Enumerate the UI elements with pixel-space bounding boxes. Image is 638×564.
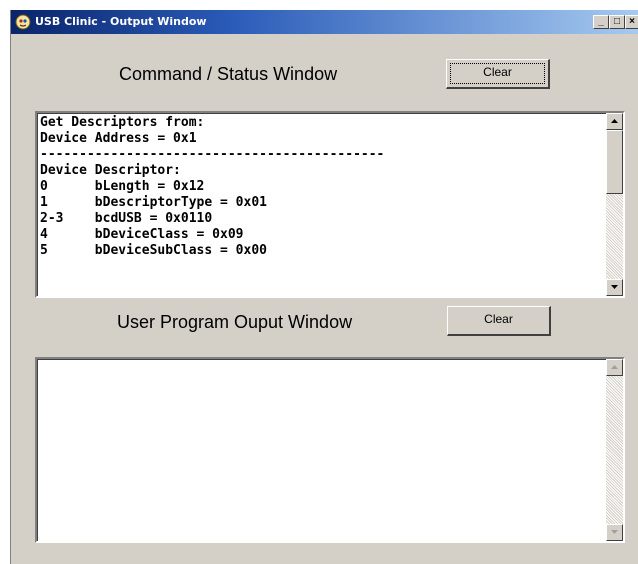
minimize-icon: _ bbox=[598, 16, 604, 27]
status-line: 0 bLength = 0x12 bbox=[40, 179, 205, 194]
title-bar[interactable]: USB Clinic - Output Window _ □ × bbox=[11, 10, 638, 34]
maximize-icon: □ bbox=[613, 16, 621, 27]
status-line: 2-3 bcdUSB = 0x0110 bbox=[40, 211, 213, 226]
usb-clinic-app-icon[interactable] bbox=[15, 14, 31, 30]
scroll-down-button[interactable] bbox=[606, 279, 623, 296]
user-output-scrollbar[interactable] bbox=[606, 359, 623, 541]
status-line: 5 bDeviceSubClass = 0x00 bbox=[40, 243, 267, 258]
command-clear-button[interactable]: Clear bbox=[446, 59, 550, 89]
arrow-up-icon bbox=[611, 365, 618, 369]
maximize-button[interactable]: □ bbox=[609, 15, 625, 29]
command-status-textbox[interactable]: Get Descriptors from: Device Address = 0x… bbox=[35, 111, 625, 298]
arrow-down-icon bbox=[611, 285, 618, 289]
window-title: USB Clinic - Output Window bbox=[35, 15, 207, 28]
command-scrollbar[interactable] bbox=[606, 113, 623, 296]
close-button[interactable]: × bbox=[625, 15, 638, 29]
user-clear-button[interactable]: Clear bbox=[447, 306, 551, 336]
status-line: 1 bDescriptorType = 0x01 bbox=[40, 195, 267, 210]
arrow-up-icon bbox=[611, 119, 618, 123]
arrow-down-icon bbox=[611, 530, 618, 534]
close-icon: × bbox=[629, 16, 635, 27]
user-output-textbox[interactable] bbox=[35, 357, 625, 543]
status-line: Device Address = 0x1 bbox=[40, 131, 197, 146]
usb-clinic-output-window: USB Clinic - Output Window _ □ × Command… bbox=[10, 10, 638, 564]
status-line: 4 bDeviceClass = 0x09 bbox=[40, 227, 244, 242]
command-status-heading: Command / Status Window bbox=[119, 64, 338, 84]
command-status-text: Get Descriptors from: Device Address = 0x… bbox=[40, 115, 603, 259]
status-line: ----------------------------------------… bbox=[40, 147, 385, 162]
status-line: Device Descriptor: bbox=[40, 163, 181, 178]
scroll-up-button[interactable] bbox=[606, 113, 623, 130]
scroll-up-button[interactable] bbox=[606, 359, 623, 376]
command-clear-label: Clear bbox=[447, 60, 548, 87]
user-output-heading: User Program Ouput Window bbox=[117, 312, 353, 332]
status-line: Get Descriptors from: bbox=[40, 115, 205, 130]
scroll-down-button[interactable] bbox=[606, 524, 623, 541]
user-clear-label: Clear bbox=[484, 312, 513, 326]
scroll-thumb[interactable] bbox=[606, 130, 623, 194]
minimize-button[interactable]: _ bbox=[593, 15, 609, 29]
